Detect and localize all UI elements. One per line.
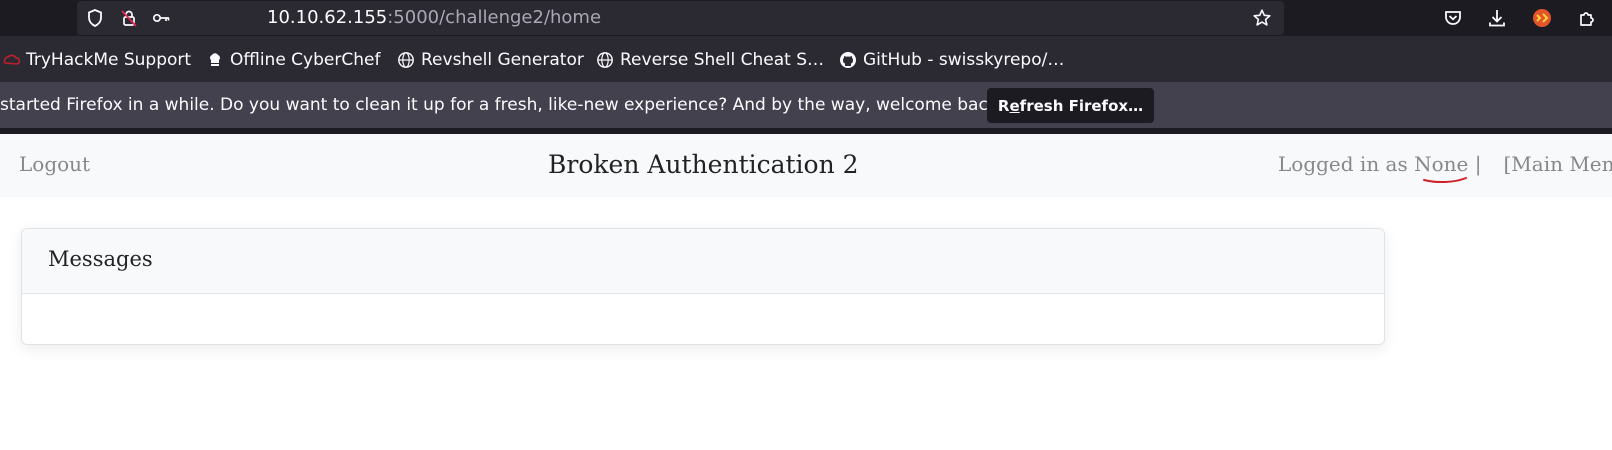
chef-hat-icon (210, 53, 220, 66)
bookmark-github-swisskyrepo[interactable]: GitHub - swisskyrepo/… (839, 48, 1064, 72)
bookmark-reverse-shell-cheat-sheet[interactable]: Reverse Shell Cheat S… (596, 48, 824, 72)
page-title: Broken Authentication 2 (548, 150, 859, 179)
refresh-button-prefix: R (997, 96, 1010, 115)
bookmark-label: Offline CyberChef (230, 50, 381, 70)
globe-icon (597, 52, 613, 68)
main-menu-link[interactable]: [Main Men (1503, 152, 1612, 176)
insecure-lock-icon[interactable] (117, 6, 141, 30)
logged-in-label: Logged in as (1278, 152, 1415, 176)
bookmark-label: Reverse Shell Cheat S… (620, 50, 824, 70)
key-icon[interactable] (149, 6, 173, 30)
bookmark-offline-cyberchef[interactable]: Offline CyberChef (206, 48, 380, 72)
address-bar[interactable]: 10.10.62.155:5000/challenge2/home (77, 1, 1284, 35)
messages-card: Messages (21, 228, 1385, 345)
globe-icon (398, 52, 414, 68)
pocket-icon[interactable] (1440, 5, 1466, 31)
bookmark-tryhackme-support[interactable]: TryHackMe Support (2, 48, 191, 72)
bookmark-label: Revshell Generator (421, 50, 584, 70)
extension-fox-icon[interactable] (1529, 5, 1555, 31)
username-value: None (1414, 152, 1469, 176)
bookmarks-toolbar: TryHackMe Support Offline CyberChef Revs… (0, 36, 1612, 82)
bookmark-revshell-generator[interactable]: Revshell Generator (397, 48, 584, 72)
refresh-button-suffix: fresh Firefox… (1019, 96, 1144, 115)
card-header: Messages (22, 229, 1384, 294)
bookmark-label: TryHackMe Support (26, 50, 192, 70)
refresh-firefox-notification: started Firefox in a while. Do you want … (0, 82, 1612, 128)
card-title: Messages (48, 247, 153, 271)
nav-separator: | (1468, 152, 1482, 176)
extensions-puzzle-icon[interactable] (1574, 5, 1600, 31)
bookmark-label: GitHub - swisskyrepo/… (863, 50, 1065, 70)
browser-toolbar: 10.10.62.155:5000/challenge2/home (0, 0, 1612, 36)
url-path: :5000/challenge2/home (387, 7, 602, 28)
refresh-firefox-button[interactable]: Re fresh Firefox… (987, 88, 1154, 123)
red-annotation-underline (1423, 177, 1467, 184)
url-text[interactable]: 10.10.62.155:5000/challenge2/home (267, 7, 601, 28)
refresh-button-accesskey: e (1009, 96, 1020, 115)
url-host: 10.10.62.155 (267, 7, 388, 28)
notification-message: started Firefox in a while. Do you want … (0, 95, 1005, 115)
download-icon[interactable] (1484, 5, 1510, 31)
tracking-protection-shield-icon[interactable] (83, 6, 107, 30)
user-status: Logged in as None | [Main Men (1278, 152, 1612, 176)
bookmark-star-icon[interactable] (1250, 6, 1274, 30)
logout-link[interactable]: Logout (19, 152, 90, 176)
tryhackme-icon (3, 54, 20, 65)
github-icon (840, 52, 856, 68)
site-navbar: Logout Broken Authentication 2 Logged in… (0, 134, 1612, 197)
